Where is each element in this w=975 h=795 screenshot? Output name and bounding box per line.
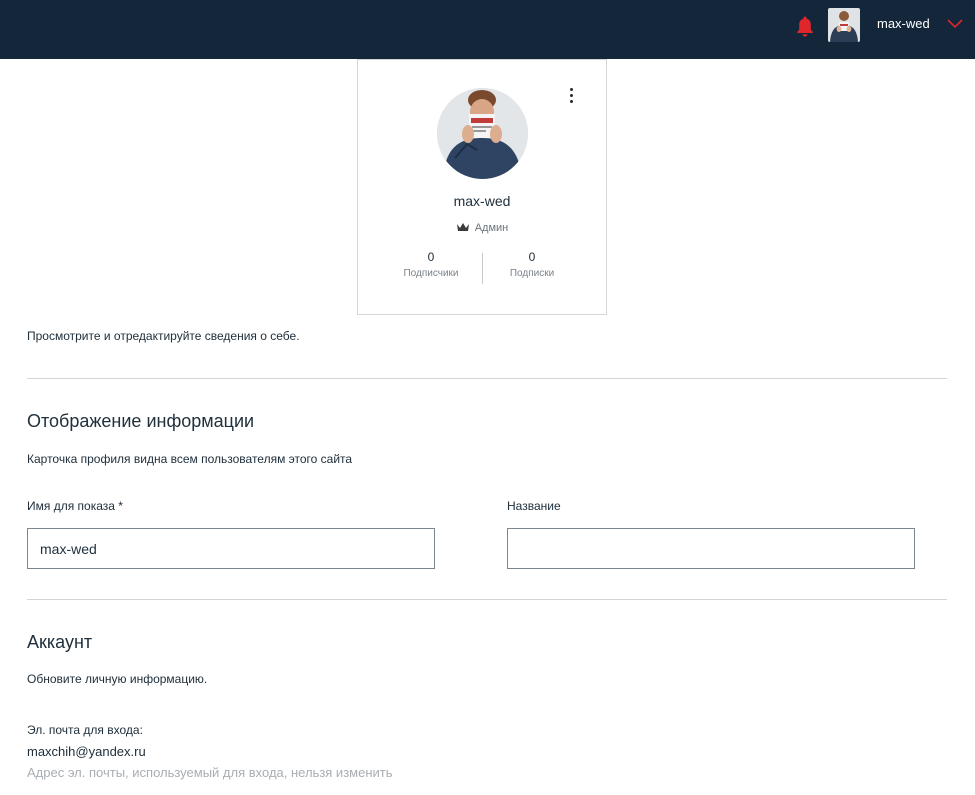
- display-name-label: Имя для показа *: [27, 499, 123, 513]
- more-vertical-icon[interactable]: [561, 88, 581, 110]
- section-divider: [27, 599, 947, 600]
- display-section-description: Карточка профиля видна всем пользователя…: [27, 452, 353, 466]
- profile-card: max-wed Админ 0 Подписчики 0 Подписки: [357, 59, 607, 315]
- followers-label: Подписчики: [403, 268, 459, 279]
- email-hint: Адрес эл. почты, используемый для входа,…: [27, 765, 393, 780]
- account-section-description: Обновите личную информацию.: [27, 672, 208, 686]
- title-field[interactable]: [507, 528, 915, 569]
- role-badge: Админ: [358, 222, 606, 234]
- header-avatar[interactable]: [828, 8, 860, 42]
- header-user-name[interactable]: max-wed: [877, 16, 930, 31]
- profile-avatar: [437, 88, 528, 179]
- display-name-field[interactable]: [27, 528, 435, 569]
- display-section-title: Отображение информации: [27, 411, 255, 431]
- crown-icon: [456, 223, 469, 231]
- following-stat[interactable]: 0 Подписки: [487, 250, 577, 279]
- bell-icon[interactable]: [795, 15, 815, 37]
- email-value: maxchih@yandex.ru: [27, 744, 146, 759]
- following-count: 0: [528, 250, 536, 264]
- title-label: Название: [507, 499, 561, 513]
- intro-text: Просмотрите и отредактируйте сведения о …: [27, 329, 300, 343]
- followers-count: 0: [427, 250, 435, 264]
- role-label: Админ: [474, 222, 509, 234]
- stats-divider: [482, 253, 483, 284]
- chevron-down-icon[interactable]: [946, 17, 964, 29]
- followers-stat[interactable]: 0 Подписчики: [386, 250, 476, 279]
- following-label: Подписки: [509, 268, 555, 279]
- section-divider: [27, 378, 947, 379]
- account-section-title: Аккаунт: [27, 632, 93, 652]
- profile-name: max-wed: [453, 193, 511, 209]
- email-label: Эл. почта для входа:: [27, 723, 143, 737]
- top-bar: max-wed: [0, 0, 975, 59]
